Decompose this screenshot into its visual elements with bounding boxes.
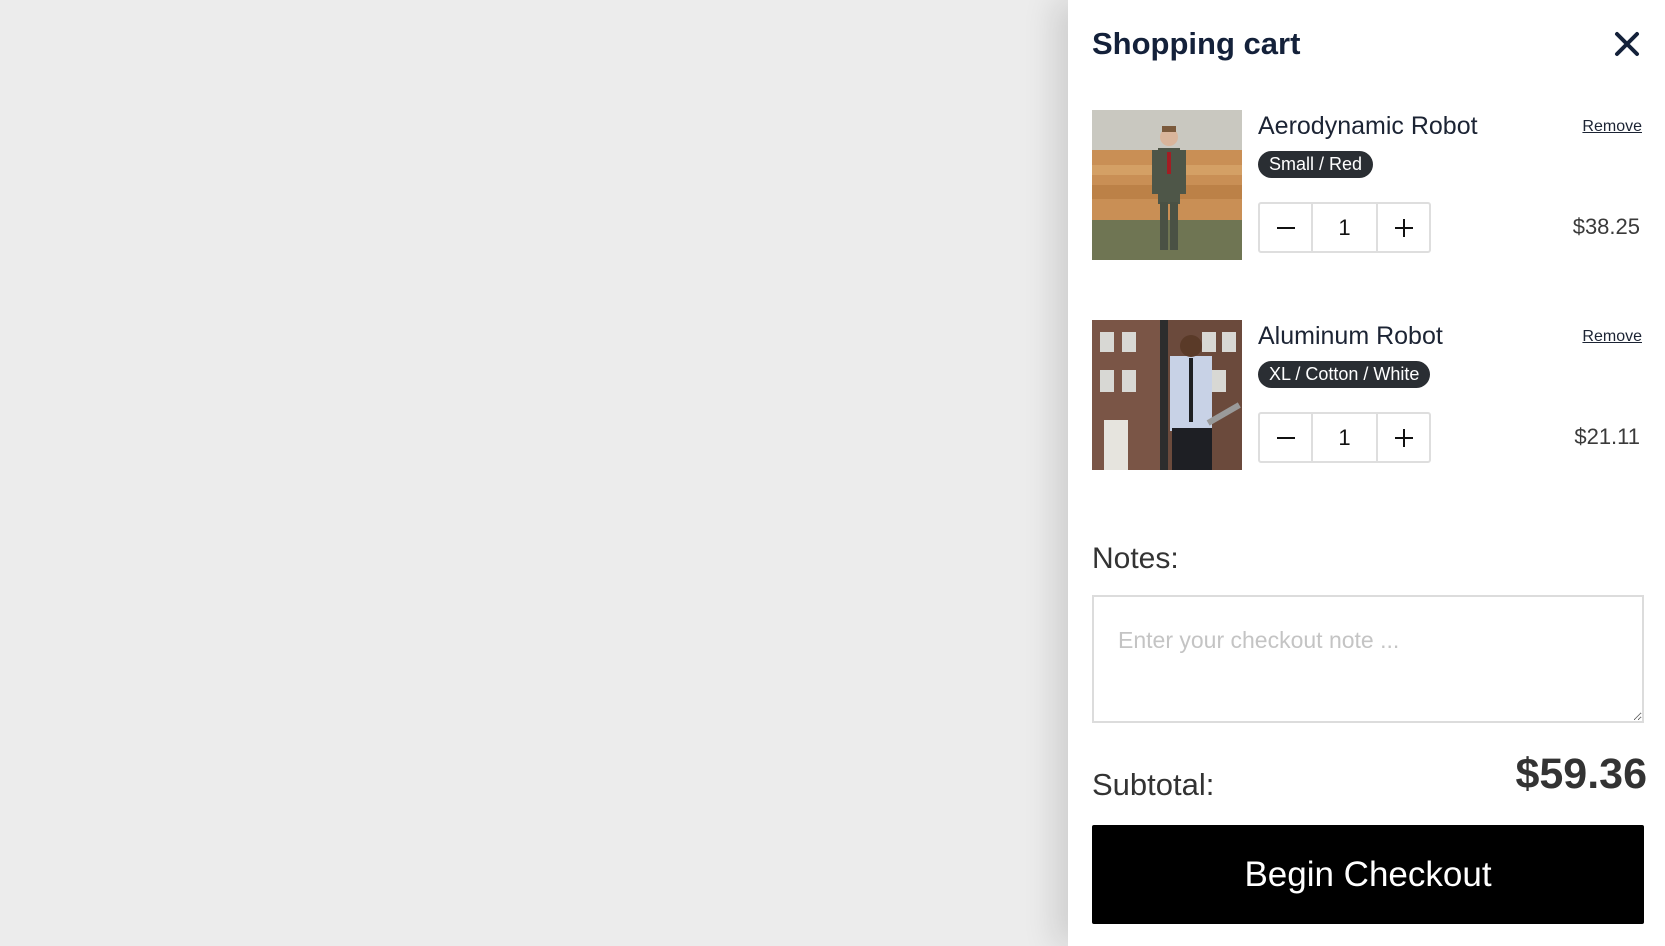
- notes-input[interactable]: [1092, 595, 1644, 723]
- close-button[interactable]: [1609, 26, 1645, 62]
- product-image[interactable]: [1092, 110, 1242, 260]
- product-image[interactable]: [1092, 320, 1242, 470]
- subtotal-value: $59.36: [1515, 750, 1647, 798]
- variant-badge: XL / Cotton / White: [1258, 361, 1431, 388]
- increase-quantity-button[interactable]: [1378, 414, 1429, 461]
- variant-badge: Small / Red: [1258, 151, 1374, 178]
- item-name[interactable]: Aerodynamic Robot: [1258, 112, 1478, 141]
- begin-checkout-button[interactable]: Begin Checkout: [1092, 825, 1644, 924]
- notes-label: Notes:: [1092, 542, 1179, 575]
- page-overlay[interactable]: [0, 0, 1068, 946]
- quantity-input[interactable]: 1: [1311, 204, 1378, 251]
- item-price: $38.25: [1572, 214, 1640, 239]
- decrease-quantity-button[interactable]: [1260, 414, 1311, 461]
- item-price: $21.11: [1574, 424, 1640, 449]
- subtotal-label: Subtotal:: [1092, 767, 1215, 802]
- cart-title: Shopping cart: [1092, 26, 1301, 61]
- quantity-stepper: 1: [1258, 202, 1431, 253]
- plus-icon: [1394, 218, 1413, 237]
- remove-link[interactable]: Remove: [1582, 328, 1642, 346]
- decrease-quantity-button[interactable]: [1260, 204, 1311, 251]
- quantity-input[interactable]: 1: [1311, 414, 1378, 461]
- cart-header: Shopping cart: [1092, 24, 1642, 64]
- remove-link[interactable]: Remove: [1582, 118, 1642, 136]
- plus-icon: [1394, 428, 1413, 447]
- cart-drawer: Shopping cart Aerodynamic Robot Remove S…: [1068, 0, 1665, 946]
- increase-quantity-button[interactable]: [1378, 204, 1429, 251]
- minus-icon: [1276, 436, 1295, 439]
- item-name[interactable]: Aluminum Robot: [1258, 322, 1443, 351]
- cart-item: Aerodynamic Robot Remove Small / Red 1 $…: [1092, 110, 1642, 260]
- quantity-stepper: 1: [1258, 412, 1431, 463]
- cart-item: Aluminum Robot Remove XL / Cotton / Whit…: [1092, 320, 1642, 470]
- close-icon: [1615, 32, 1639, 56]
- minus-icon: [1276, 226, 1295, 229]
